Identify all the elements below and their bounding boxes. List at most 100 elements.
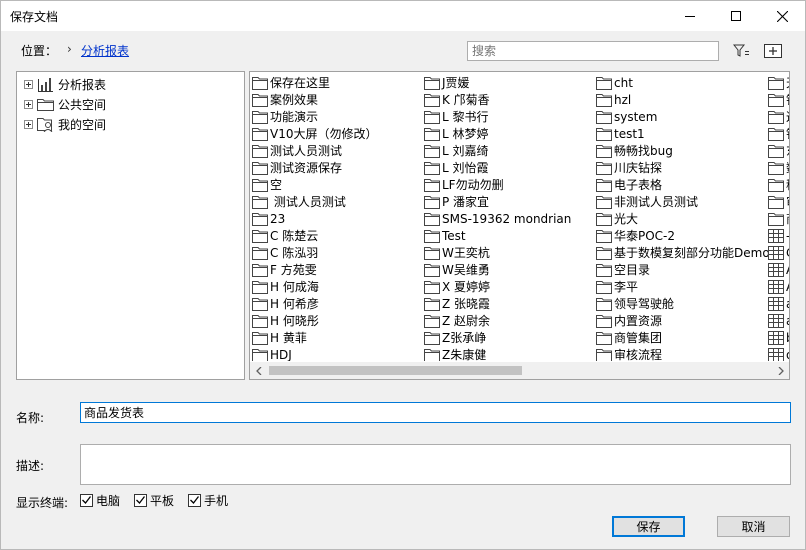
file-item[interactable]: 商管集团: [596, 329, 770, 346]
file-item[interactable]: HDJ: [252, 346, 377, 361]
scroll-left-icon[interactable]: [250, 362, 267, 379]
checkbox-checked-icon[interactable]: [134, 493, 147, 507]
maximize-button[interactable]: [713, 1, 759, 31]
file-item[interactable]: C: [768, 244, 789, 261]
filter-button[interactable]: [730, 40, 752, 62]
file-item[interactable]: 非测试人员测试: [596, 193, 770, 210]
file-item[interactable]: 数: [768, 159, 789, 176]
file-item[interactable]: P 潘家宜: [424, 193, 571, 210]
file-item[interactable]: 功能演示: [252, 108, 377, 125]
file-item[interactable]: L 林梦婷: [424, 125, 571, 142]
folder-icon: [596, 110, 614, 124]
file-item[interactable]: Z张承峥: [424, 329, 571, 346]
file-item[interactable]: 基于数模复刻部分功能Demo: [596, 244, 770, 261]
folder-icon: [596, 144, 614, 158]
file-item[interactable]: 天: [768, 74, 789, 91]
file-item[interactable]: 畅畅找bug: [596, 142, 770, 159]
file-item[interactable]: 空目录: [596, 261, 770, 278]
scrollbar-thumb[interactable]: [269, 366, 522, 375]
file-item[interactable]: -: [768, 227, 789, 244]
file-item[interactable]: 案例效果: [252, 91, 377, 108]
file-item[interactable]: 领导驾驶舱: [596, 295, 770, 312]
tree-item-analysis[interactable]: 分析报表: [24, 74, 106, 94]
name-input[interactable]: [80, 402, 791, 423]
expand-icon[interactable]: [24, 99, 33, 109]
file-item[interactable]: hzl: [596, 91, 770, 108]
terminal-pc-checkbox[interactable]: 电脑: [80, 492, 120, 508]
new-folder-button[interactable]: [762, 40, 784, 62]
file-item[interactable]: V10大屏（勿修改）: [252, 125, 377, 142]
folder-icon: [596, 348, 614, 361]
file-item[interactable]: a: [768, 295, 789, 312]
file-item[interactable]: F 方苑雯: [252, 261, 377, 278]
file-item[interactable]: test1: [596, 125, 770, 142]
file-item[interactable]: H 黄菲: [252, 329, 377, 346]
file-item[interactable]: 电子表格: [596, 176, 770, 193]
breadcrumb-current-link[interactable]: 分析报表: [81, 42, 129, 59]
file-item[interactable]: o: [768, 346, 789, 361]
file-item[interactable]: 华泰POC-2: [596, 227, 770, 244]
file-item[interactable]: system: [596, 108, 770, 125]
file-item[interactable]: A: [768, 278, 789, 295]
horizontal-scrollbar[interactable]: [250, 362, 789, 379]
file-item[interactable]: 东: [768, 142, 789, 159]
tree-item-public-space[interactable]: 公共空间: [24, 94, 106, 114]
file-item[interactable]: 空: [252, 176, 377, 193]
save-button[interactable]: 保存: [612, 516, 685, 537]
cancel-button[interactable]: 取消: [717, 516, 790, 537]
file-item[interactable]: 移: [768, 176, 789, 193]
file-item[interactable]: SMS-19362 mondrian: [424, 210, 571, 227]
file-item[interactable]: 审核流程: [596, 346, 770, 361]
file-item[interactable]: Z 张晓霞: [424, 295, 571, 312]
expand-icon[interactable]: [24, 79, 33, 89]
checkbox-checked-icon[interactable]: [80, 493, 93, 507]
search-input[interactable]: [467, 41, 719, 61]
file-item[interactable]: cht: [596, 74, 770, 91]
minimize-button[interactable]: [667, 1, 713, 31]
file-item[interactable]: 钢: [768, 91, 789, 108]
file-item[interactable]: H 何晓彤: [252, 312, 377, 329]
file-item[interactable]: C 陈泓羽: [252, 244, 377, 261]
file-item[interactable]: 保存在这里: [252, 74, 377, 91]
file-item[interactable]: 李平: [596, 278, 770, 295]
file-item[interactable]: L 黎书行: [424, 108, 571, 125]
terminal-mobile-checkbox[interactable]: 手机: [188, 492, 228, 508]
file-item[interactable]: C 陈楚云: [252, 227, 377, 244]
file-item[interactable]: H 何希彦: [252, 295, 377, 312]
folder-icon: [252, 127, 270, 141]
file-item[interactable]: 测试资源保存: [252, 159, 377, 176]
file-item[interactable]: 光大: [596, 210, 770, 227]
file-item[interactable]: W吴维勇: [424, 261, 571, 278]
file-item[interactable]: 测试人员测试: [252, 142, 377, 159]
file-item[interactable]: K 邝菊香: [424, 91, 571, 108]
file-item[interactable]: L 刘嘉绮: [424, 142, 571, 159]
file-item[interactable]: 内置资源: [596, 312, 770, 329]
file-item[interactable]: 审: [768, 193, 789, 210]
file-item[interactable]: Test: [424, 227, 571, 244]
close-button[interactable]: [759, 1, 805, 31]
file-item[interactable]: 这: [768, 108, 789, 125]
expand-icon[interactable]: [24, 119, 33, 129]
file-item[interactable]: LF勿动勿删: [424, 176, 571, 193]
file-item[interactable]: 23: [252, 210, 377, 227]
scroll-right-icon[interactable]: [772, 362, 789, 379]
checkbox-checked-icon[interactable]: [188, 493, 201, 507]
terminal-tablet-checkbox[interactable]: 平板: [134, 492, 174, 508]
file-item[interactable]: L 刘怡霞: [424, 159, 571, 176]
file-item[interactable]: J贾媛: [424, 74, 571, 91]
tree-item-my-space[interactable]: 我的空间: [24, 114, 106, 134]
file-item[interactable]: Z 赵尉余: [424, 312, 571, 329]
file-item[interactable]: 测试人员测试: [252, 193, 377, 210]
file-item[interactable]: 钢: [768, 125, 789, 142]
description-input[interactable]: [80, 444, 791, 485]
file-item[interactable]: A: [768, 261, 789, 278]
file-item[interactable]: Z朱康健: [424, 346, 571, 361]
file-item[interactable]: b: [768, 329, 789, 346]
file-item[interactable]: X 夏婷婷: [424, 278, 571, 295]
file-item[interactable]: 川庆钻探: [596, 159, 770, 176]
file-item[interactable]: 商: [768, 210, 789, 227]
file-item[interactable]: W王奕杭: [424, 244, 571, 261]
file-item[interactable]: H 何成海: [252, 278, 377, 295]
file-item[interactable]: a: [768, 312, 789, 329]
file-item-label: 23: [270, 211, 286, 226]
